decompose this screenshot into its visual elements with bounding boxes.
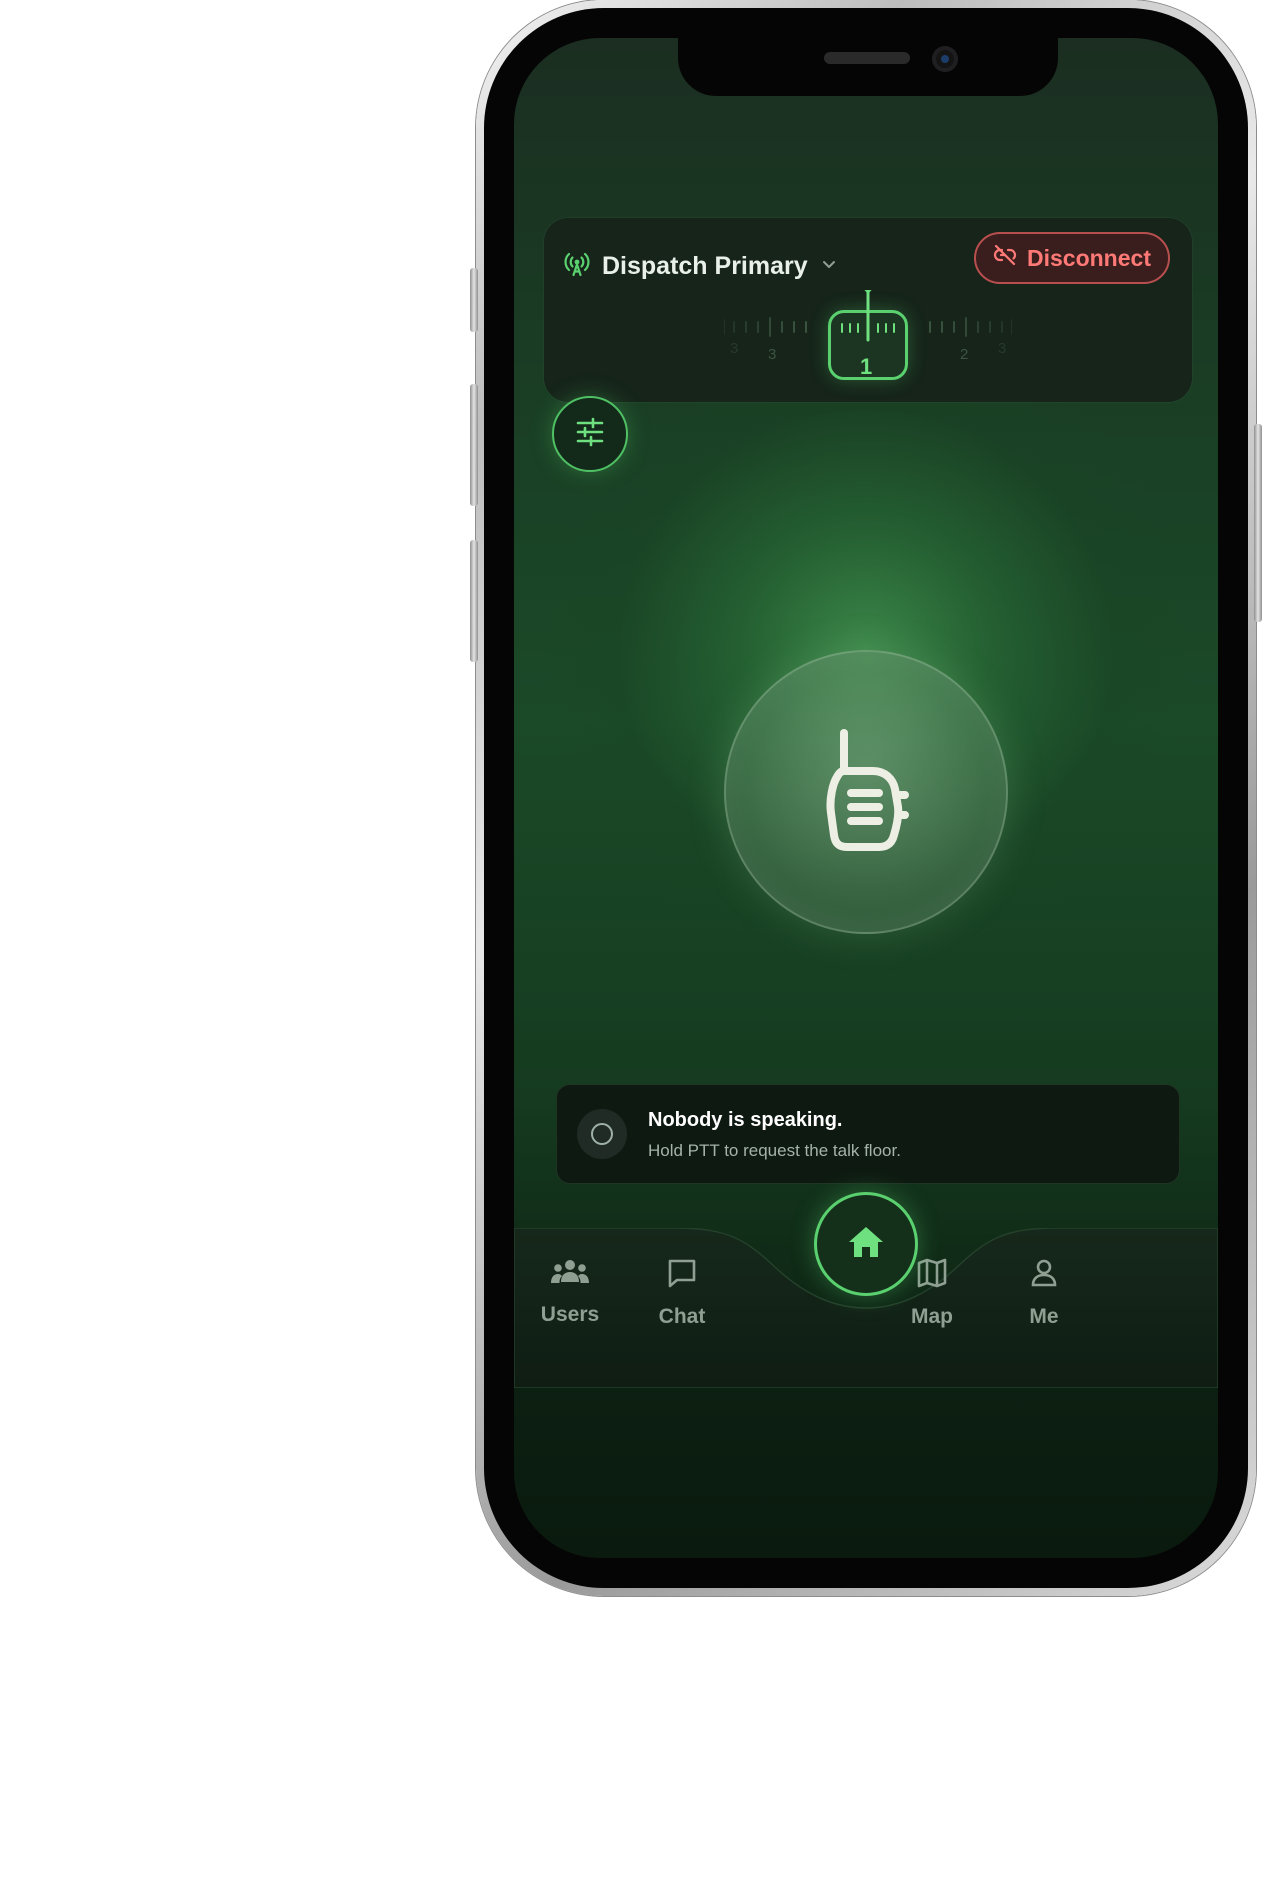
person-icon [1027, 1256, 1061, 1295]
channel-name: Dispatch Primary [602, 251, 808, 280]
push-to-talk-button[interactable] [724, 650, 1008, 934]
nav-chat[interactable]: Chat [632, 1256, 732, 1346]
audio-settings-button[interactable] [552, 396, 628, 472]
nav-me[interactable]: Me [994, 1256, 1094, 1346]
notch [678, 38, 1058, 96]
walkie-talkie-icon [811, 725, 921, 860]
map-icon [915, 1256, 949, 1295]
antenna-icon [564, 251, 590, 282]
users-icon [550, 1256, 590, 1293]
volume-up-button [470, 384, 478, 506]
disconnect-button[interactable]: Disconnect [974, 232, 1170, 284]
status-title: Nobody is speaking. [648, 1109, 843, 1131]
power-button [1254, 424, 1262, 622]
home-icon [847, 1224, 885, 1265]
tuner-number: 3 [998, 340, 1007, 357]
status-subtitle: Hold PTT to request the talk floor. [648, 1141, 901, 1160]
nav-me-label: Me [1029, 1305, 1059, 1328]
talk-status-card: Nobody is speaking. Hold PTT to request … [556, 1084, 1180, 1184]
volume-down-button [470, 540, 478, 662]
tuner-number: 3 [730, 340, 739, 357]
channel-tuner[interactable]: 3 3 1 2 3 [724, 290, 1012, 386]
chevron-down-icon [820, 255, 838, 278]
link-off-icon [993, 243, 1017, 273]
chat-icon [665, 1256, 699, 1295]
tuner-active-channel: 1 [860, 354, 873, 379]
tuner-number: 3 [768, 346, 777, 363]
channel-card: Dispatch Primary Disconnect 3 3 1 2 3 [544, 218, 1192, 402]
earpiece-speaker [824, 52, 910, 64]
sliders-icon [573, 415, 607, 454]
app-screen: Dispatch Primary Disconnect 3 3 1 2 3 No… [514, 38, 1218, 1558]
idle-indicator-icon [577, 1109, 627, 1159]
nav-users[interactable]: Users [520, 1256, 620, 1346]
disconnect-label: Disconnect [1027, 244, 1151, 271]
nav-users-label: Users [540, 1303, 600, 1326]
status-ring [591, 1123, 613, 1145]
front-camera [932, 46, 958, 72]
silent-switch [470, 268, 478, 332]
channel-selector[interactable]: Dispatch Primary [564, 242, 838, 290]
home-button[interactable] [814, 1192, 918, 1296]
nav-chat-label: Chat [658, 1305, 706, 1328]
nav-map-label: Map [911, 1305, 953, 1328]
tuner-number: 2 [960, 346, 969, 363]
